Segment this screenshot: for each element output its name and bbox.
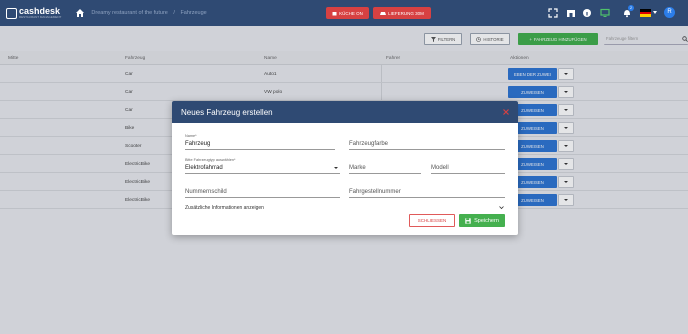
- name-field-value: Fahrzeug: [185, 141, 211, 147]
- vehicle-color-field[interactable]: Fahrzeugfarbe: [349, 137, 505, 150]
- fullscreen-icon[interactable]: [548, 8, 558, 18]
- brand-field[interactable]: Marke: [349, 161, 421, 174]
- store-icon[interactable]: [566, 8, 576, 18]
- save-button[interactable]: Speichern: [459, 214, 505, 227]
- language-chevron-down-icon[interactable]: [653, 11, 657, 14]
- brand-placeholder: Marke: [349, 165, 366, 171]
- vehicle-type-label: Bitte Fahrzeugtyp auswählen*: [185, 158, 236, 162]
- chassis-number-placeholder: Fahrgestellnummer: [349, 189, 401, 195]
- logo-mark-icon: [6, 7, 17, 19]
- close-button[interactable]: SCHLIESSEN: [409, 214, 455, 227]
- breadcrumb-current: Fahrzeuge: [180, 10, 207, 16]
- vehicle-type-select[interactable]: Bitte Fahrzeugtyp auswählen* Elektrofahr…: [185, 158, 340, 174]
- breadcrumb-separator: /: [173, 10, 175, 16]
- monitor-icon[interactable]: [600, 8, 610, 18]
- name-field[interactable]: Name* Fahrzeug: [185, 134, 335, 150]
- breadcrumb-restaurant[interactable]: Dreamy restaurant of the future: [91, 10, 167, 16]
- kitchen-label: KÜCHE ON: [339, 10, 363, 16]
- model-field[interactable]: Modell: [431, 161, 505, 174]
- additional-info-toggle[interactable]: Zusätzliche Informationen anzeigen: [185, 205, 507, 213]
- name-field-label: Name*: [185, 134, 197, 138]
- german-flag-icon[interactable]: [640, 9, 651, 17]
- vehicle-type-value: Elektrofahrrad: [185, 165, 223, 171]
- breadcrumb: Dreamy restaurant of the future / Fahrze…: [91, 10, 210, 16]
- dialog-header: Neues Fahrzeug erstellen: [172, 101, 518, 123]
- chassis-number-field[interactable]: Fahrgestellnummer: [349, 185, 505, 198]
- model-placeholder: Modell: [431, 165, 449, 171]
- notification-count-badge: 2: [628, 5, 634, 11]
- license-plate-field[interactable]: Nummernschild: [185, 185, 340, 198]
- kitchen-toggle-button[interactable]: KÜCHE ON: [326, 7, 369, 19]
- logo[interactable]: cashdesk RESTAURANT MANAGEMENT: [6, 7, 61, 19]
- kitchen-icon: [332, 11, 337, 15]
- vehicle-color-placeholder: Fahrzeugfarbe: [349, 141, 389, 147]
- close-icon[interactable]: [503, 109, 509, 115]
- avatar[interactable]: R: [664, 7, 675, 18]
- logo-subtitle: RESTAURANT MANAGEMENT: [19, 15, 62, 19]
- delivery-toggle-button[interactable]: LIEFERUNG 30M: [373, 7, 431, 19]
- delivery-icon: [380, 11, 387, 15]
- save-label: Speichern: [474, 217, 499, 224]
- home-icon[interactable]: [75, 8, 85, 18]
- delivery-label: LIEFERUNG 30M: [388, 10, 424, 16]
- expand-chevron-icon: [499, 206, 504, 210]
- license-plate-placeholder: Nummernschild: [185, 189, 227, 195]
- dialog-title: Neues Fahrzeug erstellen: [181, 107, 273, 117]
- save-icon: [465, 217, 471, 224]
- create-vehicle-dialog: Neues Fahrzeug erstellen Name* Fahrzeug …: [172, 101, 518, 235]
- info-icon[interactable]: [582, 8, 592, 18]
- chevron-down-icon: [334, 167, 338, 169]
- additional-info-label: Zusätzliche Informationen anzeigen: [185, 205, 264, 211]
